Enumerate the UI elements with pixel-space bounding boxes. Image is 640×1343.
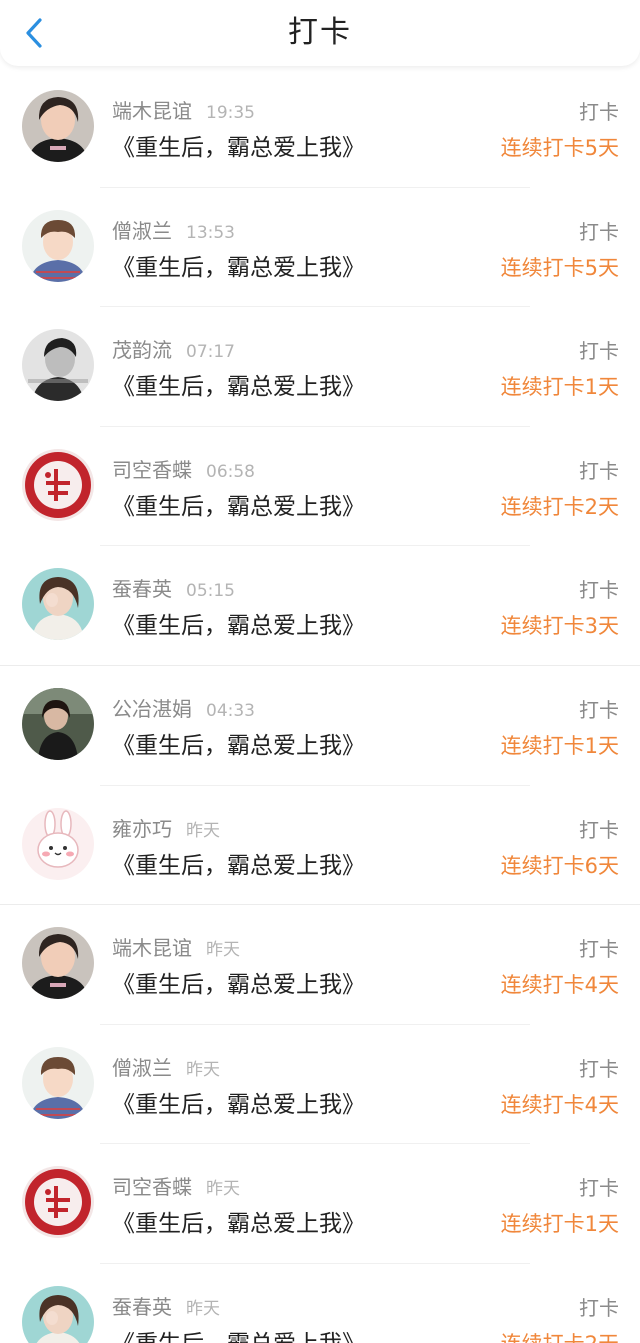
avatar[interactable] xyxy=(22,568,94,641)
book-title: 《重生后，霸总爱上我》 xyxy=(112,1324,365,1343)
checkin-button[interactable]: 打卡 xyxy=(579,335,619,364)
checkin-button[interactable]: 打卡 xyxy=(579,574,619,603)
nav-bar: 打卡 xyxy=(0,0,640,66)
streak-label: 连续打卡2天 xyxy=(500,494,619,519)
user-name-text: 端木昆谊 xyxy=(112,99,192,123)
avatar[interactable] xyxy=(22,1285,94,1343)
streak-label: 连续打卡4天 xyxy=(500,1092,619,1117)
checkin-time: 05:15 xyxy=(186,581,235,602)
user-name-text: 僧淑兰 xyxy=(112,218,172,243)
avatar[interactable] xyxy=(22,329,94,402)
user-name[interactable]: 公冶湛娟 04:33 xyxy=(112,693,255,722)
checkin-button[interactable]: 打卡 xyxy=(579,1172,619,1201)
checkin-item[interactable]: 蚕春英 05:15 《重生后，霸总爱上我》 打卡连续打卡3天 xyxy=(0,546,640,666)
checkin-item[interactable]: 雍亦巧 昨天《重生后，霸总爱上我》 打卡连续打卡6天 xyxy=(0,786,640,906)
streak-label: 连续打卡6天 xyxy=(500,853,619,878)
checkin-item[interactable]: 僧淑兰 13:53 《重生后，霸总爱上我》 打卡连续打卡5天 xyxy=(0,188,640,308)
checkin-time: 昨天 xyxy=(186,1298,220,1319)
streak-label: 连续打卡2天 xyxy=(501,1328,619,1343)
user-name-text: 蚕春英 xyxy=(112,1294,172,1319)
avatar[interactable] xyxy=(22,807,94,880)
user-name[interactable]: 蚕春英 05:15 xyxy=(112,573,235,602)
user-name-text: 雍亦巧 xyxy=(112,816,172,841)
user-name[interactable]: 司空香蝶 06:58 xyxy=(112,454,255,483)
checkin-button[interactable]: 打卡 xyxy=(579,933,619,962)
checkin-list: 端木昆谊 19:35 《重生后，霸总爱上我》 打卡 连续打卡5天 僧淑兰 13:53 《重生后… xyxy=(0,68,640,1343)
checkin-item[interactable]: 僧淑兰 昨天《重生后，霸总爱上我》 打卡连续打卡4天 xyxy=(0,1025,640,1145)
checkin-time: 昨天 xyxy=(186,1059,220,1080)
user-name[interactable]: 司空香蝶 昨天 xyxy=(112,1171,240,1200)
avatar[interactable] xyxy=(22,687,94,760)
streak-label: 连续打卡1天 xyxy=(500,1212,619,1237)
avatar[interactable] xyxy=(22,1166,94,1239)
checkin-time: 13:53 xyxy=(186,222,235,243)
avatar[interactable] xyxy=(22,927,94,1000)
checkin-screen: 打卡 端木昆谊 19:35 《重生后，霸总爱上我》 打卡 连续打卡5天 僧淑兰 13:53 《… xyxy=(0,0,640,1343)
checkin-button[interactable]: 打卡 xyxy=(579,216,619,245)
streak-label: 连续打卡5天 xyxy=(500,136,619,160)
checkin-time: 昨天 xyxy=(206,1179,240,1200)
avatar[interactable] xyxy=(22,1046,94,1119)
checkin-time: 07:17 xyxy=(186,342,235,363)
user-name-text: 茂韵流 xyxy=(112,338,172,363)
book-title: 《重生后，霸总爱上我》 xyxy=(112,254,365,281)
checkin-time: 昨天 xyxy=(186,820,220,841)
user-name[interactable]: 雍亦巧 昨天 xyxy=(112,813,220,842)
book-title: 《重生后，霸总爱上我》 xyxy=(112,852,365,879)
checkin-button[interactable]: 打卡 xyxy=(579,455,619,484)
user-name[interactable]: 端木昆谊 19:35 xyxy=(112,95,255,124)
book-title: 《重生后，霸总爱上我》 xyxy=(112,374,365,401)
avatar[interactable] xyxy=(22,448,94,521)
checkin-time: 06:58 xyxy=(206,461,255,482)
streak-label: 连续打卡1天 xyxy=(500,733,619,758)
checkin-item[interactable]: 司空香蝶 昨天《重生后，霸总爱上我》 打卡连续打卡1天 xyxy=(0,1144,640,1264)
book-title: 《重生后，霸总爱上我》 xyxy=(112,1211,365,1238)
streak-label: 连续打卡4天 xyxy=(500,973,619,998)
checkin-button[interactable]: 打卡 xyxy=(579,1292,619,1321)
checkin-time: 19:35 xyxy=(206,103,255,123)
book-title: 《重生后，霸总爱上我》 xyxy=(112,613,365,640)
checkin-button[interactable]: 打卡 xyxy=(579,814,619,843)
user-name-text: 司空香蝶 xyxy=(112,1175,192,1200)
checkin-item[interactable]: 端木昆谊 昨天《重生后，霸总爱上我》 打卡连续打卡4天 xyxy=(0,905,640,1025)
user-name-text: 端木昆谊 xyxy=(112,936,192,961)
user-name[interactable]: 茂韵流 07:17 xyxy=(112,334,235,363)
user-name[interactable]: 蚕春英 昨天 xyxy=(112,1291,220,1320)
user-name[interactable]: 端木昆谊 昨天 xyxy=(112,932,240,961)
checkin-item[interactable]: 公冶湛娟 04:33 《重生后，霸总爱上我》 打卡连续打卡1天 xyxy=(0,666,640,786)
user-name-text: 公冶湛娟 xyxy=(112,696,192,721)
user-name-text: 僧淑兰 xyxy=(112,1055,172,1080)
book-title: 《重生后，霸总爱上我》 xyxy=(112,972,365,999)
checkin-time: 04:33 xyxy=(206,700,255,721)
book-title: 《重生后，霸总爱上我》 xyxy=(112,135,365,161)
checkin-button[interactable]: 打卡 xyxy=(579,694,619,723)
checkin-item[interactable]: 端木昆谊 19:35 《重生后，霸总爱上我》 打卡连续打卡5天 xyxy=(0,68,640,188)
user-name[interactable]: 僧淑兰 昨天 xyxy=(112,1052,220,1081)
streak-label: 连续打卡5天 xyxy=(500,255,619,280)
page-title: 打卡 xyxy=(288,15,352,50)
streak-label: 连续打卡1天 xyxy=(500,375,619,400)
book-title: 《重生后，霸总爱上我》 xyxy=(112,732,365,759)
book-title: 《重生后，霸总爱上我》 xyxy=(112,493,365,520)
streak-label: 连续打卡3天 xyxy=(500,614,619,639)
book-title: 《重生后，霸总爱上我》 xyxy=(112,1091,365,1118)
checkin-time: 昨天 xyxy=(206,940,240,961)
user-name-text: 蚕春英 xyxy=(112,577,172,602)
user-name-text: 司空香蝶 xyxy=(112,457,192,482)
checkin-item[interactable]: 茂韵流 07:17 《重生后，霸总爱上我》 打卡连续打卡1天 xyxy=(0,307,640,427)
avatar[interactable] xyxy=(22,90,94,162)
checkin-button[interactable]: 打卡 xyxy=(579,96,619,125)
checkin-item[interactable]: 蚕春英昨天《重生后，霸总爱上我》 打卡连续打卡2天 xyxy=(0,1264,640,1343)
checkin-item[interactable]: 司空香蝶 06:58 《重生后，霸总爱上我》 打卡连续打卡2天 xyxy=(0,427,640,547)
checkin-button[interactable]: 打卡 xyxy=(579,1053,619,1082)
user-name[interactable]: 僧淑兰 13:53 xyxy=(112,215,235,244)
avatar[interactable] xyxy=(22,209,94,282)
